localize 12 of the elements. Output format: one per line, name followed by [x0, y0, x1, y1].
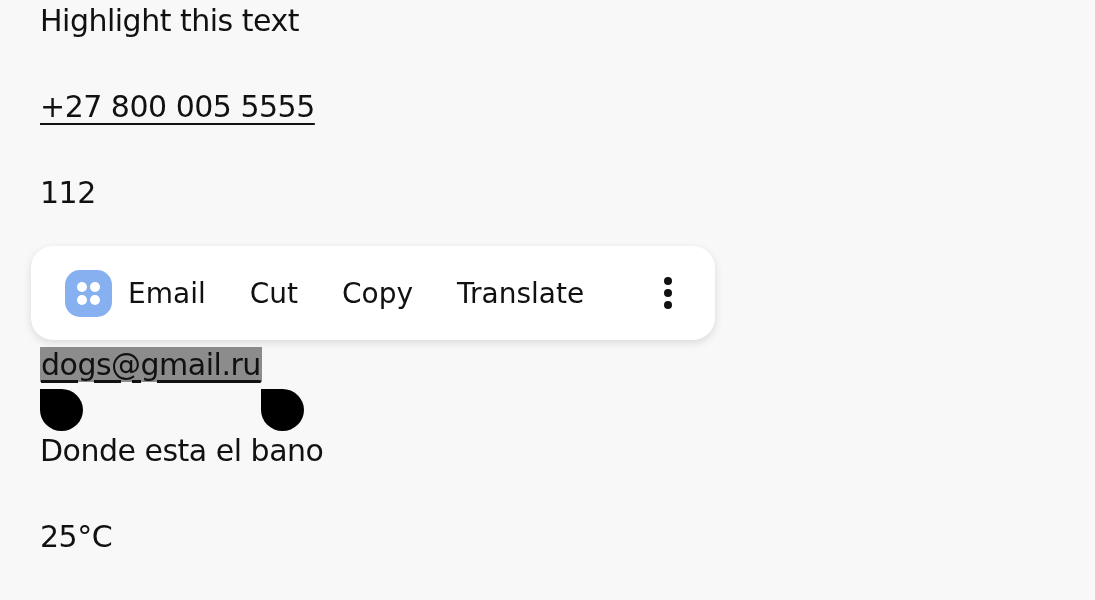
selection-handle[interactable] [40, 388, 83, 431]
text-line: Highlight this text [40, 2, 299, 38]
menu-item[interactable]: Cut [227, 268, 320, 318]
menu-item[interactable]: Translate [435, 268, 607, 318]
menu-item[interactable]: Email [65, 261, 228, 325]
menu-item[interactable]: Copy [319, 268, 435, 318]
text-line: Donde esta el bano [40, 432, 324, 468]
text-line: 25°C [40, 518, 113, 554]
selection-handle[interactable] [260, 388, 304, 431]
phone-link[interactable]: +27 800 005 5555 [40, 88, 315, 124]
text-line: 112 [40, 174, 96, 210]
app-grid-icon [65, 269, 112, 317]
